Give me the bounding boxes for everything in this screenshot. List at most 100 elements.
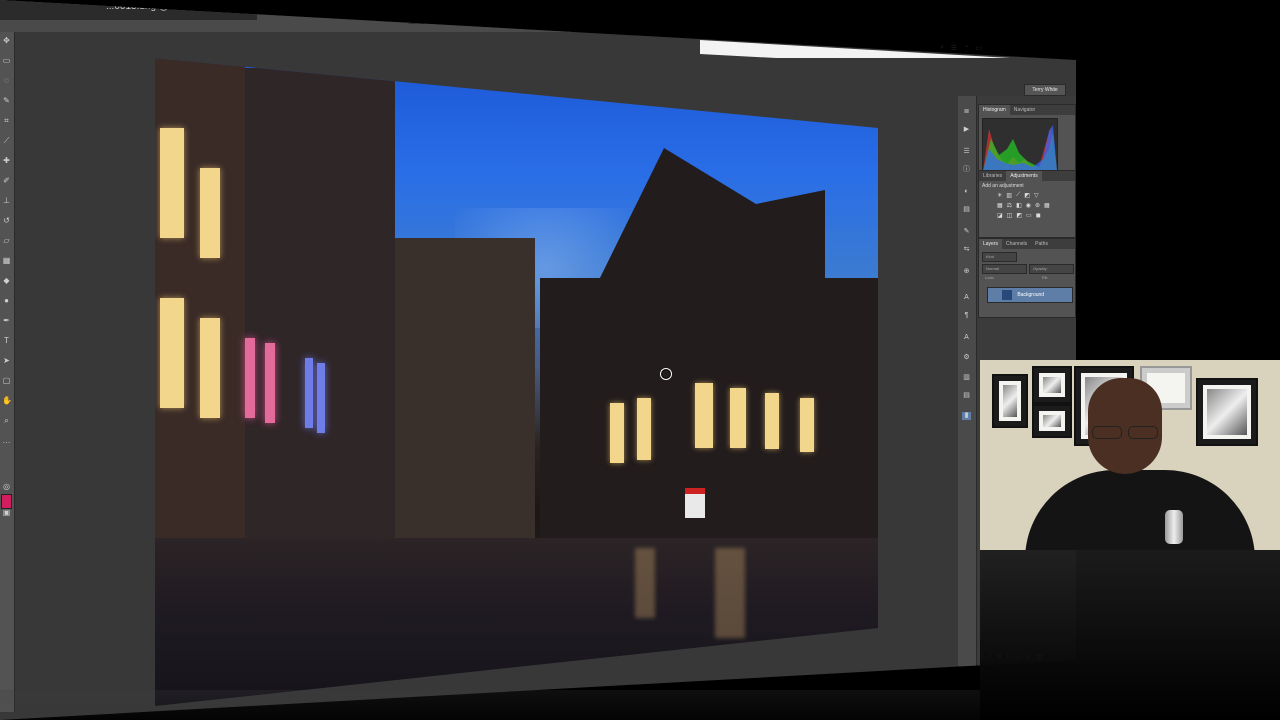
tab-libraries[interactable]: Libraries xyxy=(979,171,1006,181)
gradient-map-icon[interactable]: ▭ xyxy=(1026,212,1032,219)
use-pattern-button[interactable]: Use Pattern xyxy=(408,8,474,24)
tab-adjustments[interactable]: Adjustments xyxy=(1006,171,1042,181)
brush-presets-icon[interactable]: ⇆ xyxy=(962,246,971,254)
quick-mask-icon[interactable]: ◎ xyxy=(2,482,11,491)
tab-navigator[interactable]: Navigator xyxy=(1010,105,1039,115)
lookup-icon[interactable]: ▦ xyxy=(1044,202,1050,209)
dodge-tool-icon[interactable]: ● xyxy=(2,296,11,305)
brightness-icon[interactable]: ☀ xyxy=(997,192,1002,199)
list-icon[interactable]: ☰ xyxy=(951,44,957,52)
layer-comps-icon[interactable]: ▮ xyxy=(962,412,971,420)
checkbox-icon[interactable] xyxy=(350,4,359,14)
clone-source-icon[interactable]: ⊕ xyxy=(962,268,971,276)
webcam-overlay xyxy=(980,360,1280,550)
desk-reflection xyxy=(980,550,1280,720)
zoom-tool-icon[interactable]: ⌕ xyxy=(2,416,11,425)
adjustments-panel: Libraries Adjustments Add an adjustment … xyxy=(978,170,1076,238)
far-buildings xyxy=(395,238,535,538)
screen-reflection xyxy=(0,690,1080,720)
brush-icon[interactable]: ✎ xyxy=(962,228,971,236)
paragraph-icon[interactable]: ¶ xyxy=(962,312,971,320)
tab-layers[interactable]: Layers xyxy=(979,239,1003,249)
histogram-chart xyxy=(983,125,1057,171)
path-select-tool-icon[interactable]: ➤ xyxy=(2,356,11,365)
document-canvas[interactable] xyxy=(155,58,878,706)
threshold-icon[interactable]: ◩ xyxy=(1016,212,1022,219)
edit-toolbar-icon[interactable]: … xyxy=(2,436,11,445)
invert-icon[interactable]: ◪ xyxy=(997,212,1003,219)
histogram-panel: Histogram Navigator xyxy=(978,104,1076,174)
levels-icon[interactable]: ▥ xyxy=(1006,192,1012,199)
search-icon[interactable]: ⌕ xyxy=(940,44,944,52)
tab-histogram[interactable]: Histogram xyxy=(979,105,1010,115)
light-reflection xyxy=(635,548,655,618)
window xyxy=(305,358,313,428)
blend-mode-select[interactable]: Normal xyxy=(982,264,1027,274)
photo-filter-icon[interactable]: ◉ xyxy=(1026,202,1031,209)
glyphs-icon[interactable]: A xyxy=(962,334,971,342)
screen-mode-icon[interactable]: ▣ xyxy=(2,508,11,517)
crop-tool-icon[interactable]: ⌗ xyxy=(2,116,11,125)
balance-icon[interactable]: ⚖ xyxy=(1007,202,1012,209)
hue-icon[interactable]: ▦ xyxy=(997,202,1003,209)
healing-tool-icon[interactable]: ✚ xyxy=(2,156,11,165)
shape-tool-icon[interactable]: ▢ xyxy=(2,376,11,385)
pattern-dropdown-icon[interactable]: ▾ xyxy=(478,12,488,26)
presenter-glasses xyxy=(1088,426,1162,439)
history-brush-icon[interactable]: ↺ xyxy=(2,216,11,225)
mixer-icon[interactable]: ⊛ xyxy=(1035,202,1040,209)
window xyxy=(245,338,255,418)
move-tool-icon[interactable]: ✥ xyxy=(2,36,11,45)
microphone xyxy=(1165,510,1183,544)
curves-icon[interactable]: ⟋ xyxy=(1016,192,1020,199)
notes-icon[interactable]: ▥ xyxy=(962,374,971,382)
workspace-switcher[interactable]: Terry White xyxy=(1024,84,1066,96)
window xyxy=(160,298,184,408)
document-tab[interactable]: ...0013.dng @ 16.7% (RGB/16*) xyxy=(0,0,258,20)
blur-tool-icon[interactable]: ◆ xyxy=(2,276,11,285)
corner-building-gables xyxy=(595,148,825,288)
wall-frame xyxy=(1032,366,1072,404)
pen-tool-icon[interactable]: ✒ xyxy=(2,316,11,325)
eyedropper-tool-icon[interactable]: ⟋ xyxy=(2,136,11,145)
type-tool-icon[interactable]: T xyxy=(2,336,11,345)
properties-icon[interactable]: ☰ xyxy=(962,148,971,156)
swatches-icon[interactable]: ▤ xyxy=(962,206,971,214)
no-entry-sign xyxy=(685,488,705,518)
window xyxy=(800,398,814,452)
stamp-tool-icon[interactable]: ⊥ xyxy=(2,196,11,205)
marquee-tool-icon[interactable]: ▭ xyxy=(2,56,11,65)
gradient-tool-icon[interactable]: ▦ xyxy=(2,256,11,265)
foreground-color-swatch[interactable] xyxy=(1,494,12,509)
color-icon[interactable]: ◐ xyxy=(962,188,971,196)
transparent-checkbox[interactable]: Transparent xyxy=(350,4,411,14)
play-icon[interactable]: ▶ xyxy=(962,126,971,134)
brush-tool-icon[interactable]: ✐ xyxy=(2,176,11,185)
info-icon[interactable]: ⓘ xyxy=(962,166,971,174)
window xyxy=(265,343,275,423)
opacity-field[interactable]: Opacity: xyxy=(1029,264,1074,274)
eraser-tool-icon[interactable]: ▱ xyxy=(2,236,11,245)
layer-row[interactable]: Background xyxy=(987,287,1073,303)
selective-color-icon[interactable]: ◼ xyxy=(1036,212,1041,219)
tab-channels[interactable]: Channels xyxy=(1002,239,1031,249)
automation-button[interactable]: Automation xyxy=(294,0,358,14)
battery-icon[interactable]: ▭ xyxy=(975,44,982,52)
window xyxy=(200,318,220,418)
vibrance-icon[interactable]: ▽ xyxy=(1034,192,1039,199)
tab-paths[interactable]: Paths xyxy=(1031,239,1052,249)
bw-icon[interactable]: ◧ xyxy=(1016,202,1022,209)
filter-kind-select[interactable]: Kind xyxy=(982,252,1017,262)
exposure-icon[interactable]: ◩ xyxy=(1024,192,1030,199)
layer-name[interactable]: Background xyxy=(1017,292,1044,298)
posterize-icon[interactable]: ◫ xyxy=(1007,212,1013,219)
history-icon[interactable]: ≣ xyxy=(962,108,971,116)
app-title: Adobe Photoshop CC 2014 xyxy=(594,14,697,23)
quick-select-tool-icon[interactable]: ✎ xyxy=(2,96,11,105)
wifi-icon[interactable]: ◔ xyxy=(964,44,968,52)
lasso-tool-icon[interactable]: ◌ xyxy=(2,76,11,85)
character-icon[interactable]: A xyxy=(962,294,971,302)
styles-icon[interactable]: ⚙ xyxy=(962,354,971,362)
hand-tool-icon[interactable]: ✋ xyxy=(2,396,12,405)
timeline-icon[interactable]: ▤ xyxy=(962,392,971,400)
